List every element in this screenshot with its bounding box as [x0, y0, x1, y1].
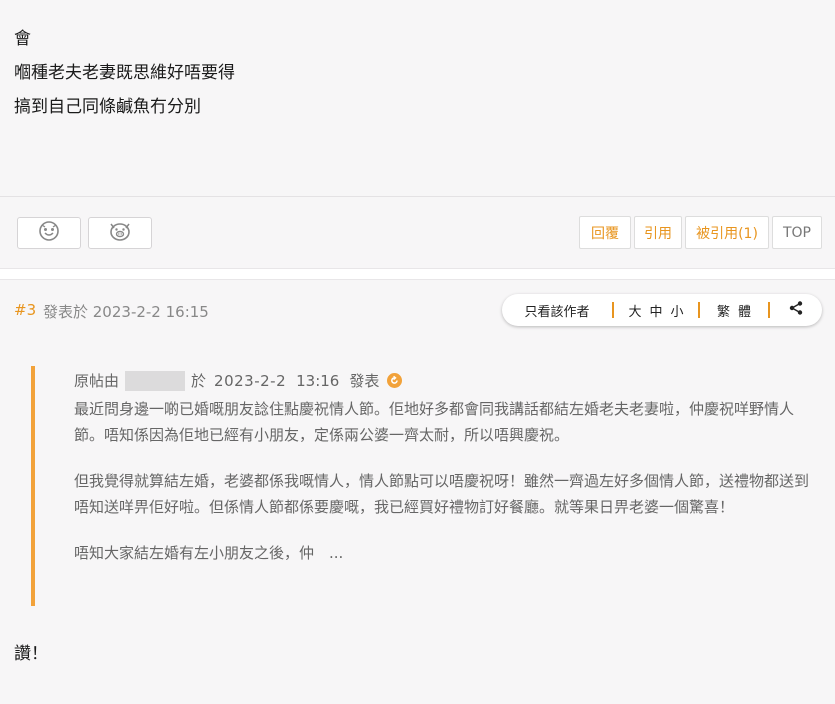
font-size-large-button[interactable]: 大 — [628, 301, 641, 320]
reaction-button-smile[interactable] — [17, 217, 81, 249]
quote-at: 於 — [191, 372, 207, 390]
post-line: 嗰種老夫老妻既思維好唔要得 — [14, 63, 235, 83]
quote-suffix: 發表 — [349, 372, 380, 390]
smile-face-icon — [38, 220, 60, 246]
post-date: 發表於 2023-2-2 16:15 — [43, 303, 209, 321]
font-size-medium-button[interactable]: 中 — [649, 301, 662, 320]
share-icon — [789, 301, 803, 319]
quote-button[interactable]: 引用 — [634, 216, 682, 249]
reply-button[interactable]: 回覆 — [579, 216, 631, 249]
font-size-group: 大 中 小 — [614, 294, 698, 326]
only-author-button[interactable]: 只看該作者 — [502, 294, 612, 326]
quote-paragraph: 最近問身邊一啲已婚嘅朋友諗住點慶祝情人節。佢地好多都會同我講話都結左婚老夫老妻啦… — [74, 400, 795, 444]
script-convert-group: 繁 體 — [700, 294, 768, 326]
quote-date: 2023-2-2 — [214, 371, 287, 390]
post-3: #3 發表於 2023-2-2 16:15 只看該作者 大 中 小 繁 體 原帖… — [0, 281, 835, 704]
font-size-small-button[interactable]: 小 — [671, 301, 684, 320]
reply-text: 讚！ — [14, 644, 48, 664]
pig-face-icon — [108, 220, 132, 246]
quote-time: 13:16 — [296, 371, 340, 390]
post-body: 會 嗰種老夫老妻既思維好唔要得 搞到自己同條鹹魚冇分別 — [14, 22, 235, 124]
quoted-by-button[interactable]: 被引用(1) — [685, 216, 769, 249]
post-number[interactable]: #3 — [14, 301, 36, 319]
post-previous: 會 嗰種老夫老妻既思維好唔要得 搞到自己同條鹹魚冇分別 回覆 引用 被引用(1)… — [0, 0, 835, 268]
jump-to-post-icon[interactable] — [387, 373, 403, 388]
quote-prefix: 原帖由 — [74, 372, 120, 390]
post-toolbar: 只看該作者 大 中 小 繁 體 — [502, 294, 822, 326]
reaction-button-pig[interactable] — [88, 217, 152, 249]
quote-body: 最近問身邊一啲已婚嘅朋友諗住點慶祝情人節。佢地好多都會同我講話都結左婚老夫老妻啦… — [74, 396, 814, 586]
top-button[interactable]: TOP — [772, 216, 822, 249]
post-line: 會 — [14, 29, 31, 49]
quote-block: 原帖由 於 2023-2-2 13:16 發表 最近問身邊一啲已婚嘅朋友諗住點慶… — [31, 366, 821, 606]
post-separator — [0, 268, 835, 280]
share-button[interactable] — [770, 294, 822, 326]
post-line: 搞到自己同條鹹魚冇分別 — [14, 97, 201, 117]
quote-paragraph: 唔知大家結左婚有左小朋友之後，仲 ... — [74, 544, 344, 562]
redacted-username — [125, 370, 186, 391]
simplified-button[interactable]: 體 — [738, 301, 751, 320]
quote-paragraph: 但我覺得就算結左婚，老婆都係我嘅情人，情人節點可以唔慶祝呀！雖然一齊過左好多個情… — [74, 472, 810, 516]
traditional-button[interactable]: 繁 — [717, 301, 730, 320]
quote-header: 原帖由 於 2023-2-2 13:16 發表 — [74, 370, 403, 391]
divider — [0, 196, 835, 197]
